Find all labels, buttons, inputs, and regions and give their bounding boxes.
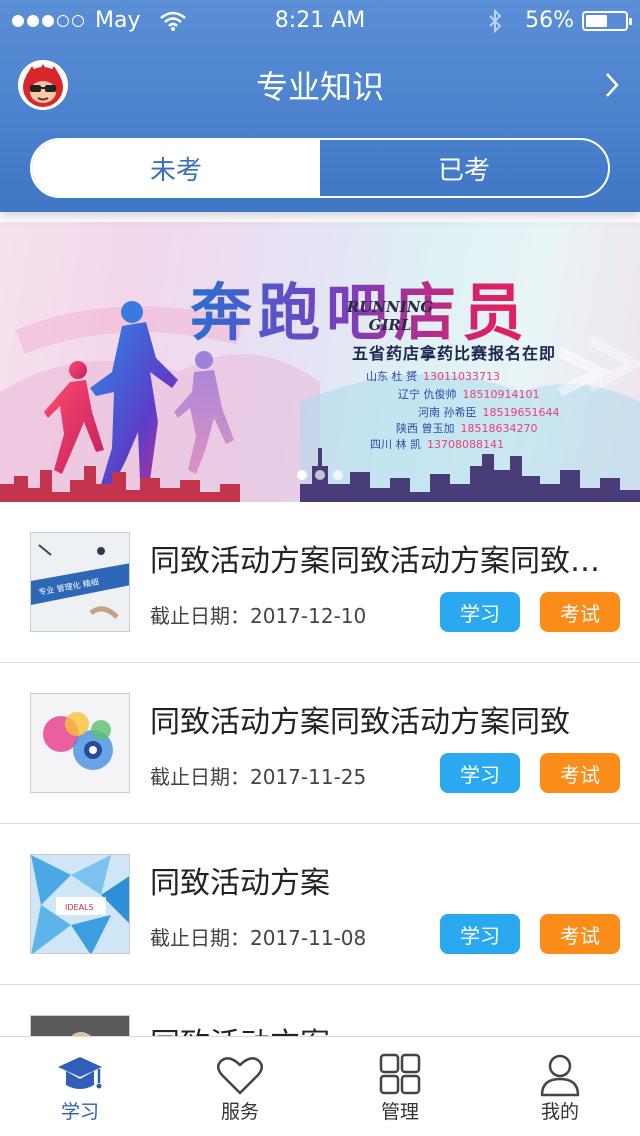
graduation-cap-icon [58,1057,102,1089]
study-button[interactable]: 学习 [440,914,520,954]
tab-bar: 学习 服务 管理 我的 [0,1036,640,1136]
tab-label: 学习 [60,1101,99,1123]
exam-button[interactable]: 考试 [540,753,620,793]
course-deadline: 截止日期：2017-11-08 [150,922,366,951]
banner-contact: 山东 杜 赟 13011033713 [366,368,500,384]
thumbnail-caption: IDEALS [65,903,94,912]
pagination-dots[interactable] [0,470,640,480]
battery-icon [582,10,632,31]
course-thumbnail: IDEALS [30,854,130,954]
status-right: 56% [487,8,632,33]
banner-english: RUNNING GIRL [346,298,434,334]
tab-service[interactable]: 服务 [160,1037,320,1136]
exam-button[interactable]: 考试 [540,914,620,954]
contact-name: 山东 杜 赟 [366,370,417,383]
tab-label: 我的 [540,1101,579,1123]
contact-phone: 13011033713 [423,370,500,383]
banner-contact: 陕西 曾玉加 18518634270 [396,420,537,436]
list-item[interactable]: IDEALS 同致活动方案 截止日期：2017-11-08 学习 考试 [0,824,640,985]
pagination-dot[interactable] [333,470,343,480]
course-title: 同致活动方案同致活动方案同致活动方案 [150,544,610,579]
course-thumbnail: 专业 管理化 精细 [30,532,130,632]
deadline-label: 截止日期： [150,604,250,628]
exam-button[interactable]: 考试 [540,592,620,632]
tab-label: 服务 [220,1101,259,1123]
chevron-right-icon[interactable] [602,70,622,100]
course-deadline: 截止日期：2017-11-25 [150,761,366,790]
banner-contact: 辽宁 仇俊帅 18510914101 [398,386,539,402]
segmented-control: 未考 已考 [30,138,610,198]
heart-icon [217,1057,263,1095]
contact-phone: 18519651644 [482,406,560,419]
nav-bar: 专业知识 [0,44,640,124]
page-title: 专业知识 [255,68,384,106]
course-title: 同致活动方案 [150,866,330,901]
study-button[interactable]: 学习 [440,592,520,632]
contact-phone: 13708088141 [427,438,504,451]
bluetooth-icon [489,8,502,33]
study-button[interactable]: 学习 [440,753,520,793]
banner-subtitle: 五省药店拿药比赛报名在即 [352,344,557,363]
course-thumbnail [30,693,130,793]
tab-study[interactable]: 学习 [0,1037,160,1136]
contact-phone: 18510914101 [462,388,540,401]
grid-icon [379,1053,421,1095]
contact-name: 陕西 曾玉加 [396,422,455,435]
screen: May 8:21 AM 56% 专业知识 未考 已考 奔跑吧店员 RUNNING… [0,0,640,1136]
contact-name: 河南 孙希臣 [418,406,477,419]
tab-mine[interactable]: 我的 [480,1037,640,1136]
deadline-date: 2017-11-08 [250,926,367,950]
promo-banner[interactable]: 奔跑吧店员 RUNNING GIRL 五省药店拿药比赛报名在即 山东 杜 赟 13… [0,222,640,502]
list-item[interactable]: 同致活动方案同致活动方案同致 截止日期：2017-11-25 学习 考试 [0,663,640,824]
header: May 8:21 AM 56% 专业知识 未考 已考 [0,0,640,212]
status-bar: May 8:21 AM 56% [0,0,640,40]
contact-phone: 18518634270 [460,422,538,435]
list-item[interactable]: 专业 管理化 精细 同致活动方案同致活动方案同致活动方案 截止日期：2017-1… [0,502,640,663]
course-deadline: 截止日期：2017-12-10 [150,600,366,629]
contact-name: 辽宁 仇俊帅 [398,388,457,401]
tab-taken[interactable]: 已考 [320,140,608,196]
deadline-label: 截止日期： [150,765,250,789]
tab-manage[interactable]: 管理 [320,1037,480,1136]
deadline-date: 2017-12-10 [250,604,367,628]
tab-not-taken[interactable]: 未考 [32,140,320,196]
deadline-label: 截止日期： [150,926,250,950]
deadline-date: 2017-11-25 [250,765,367,789]
tab-label: 管理 [380,1101,419,1123]
pagination-dot[interactable] [297,470,307,480]
banner-contact: 四川 林 凯 13708088141 [370,436,504,452]
battery-percent: 56% [525,8,574,33]
pagination-dot[interactable] [315,470,325,480]
person-icon [540,1054,580,1097]
course-title: 同致活动方案同致活动方案同致 [150,705,570,740]
contact-name: 四川 林 凯 [370,438,421,451]
banner-contact: 河南 孙希臣 18519651644 [418,404,559,420]
